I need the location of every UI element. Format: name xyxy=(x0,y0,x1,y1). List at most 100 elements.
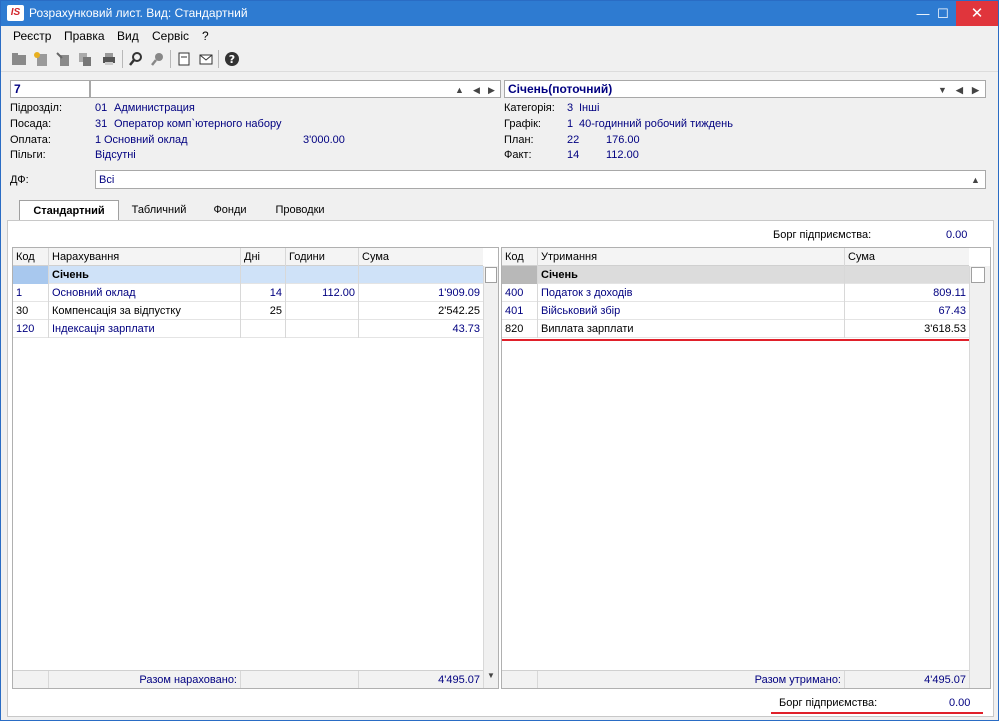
toolbar-separator xyxy=(122,50,123,68)
accruals-header: Код Нарахування Дні Години Сума xyxy=(13,248,483,266)
row-days xyxy=(241,320,286,338)
next-icon[interactable]: ▶ xyxy=(488,82,495,98)
deductions-total-label: Разом утримано: xyxy=(538,671,845,688)
scroll-thumb[interactable] xyxy=(971,267,985,283)
accruals-total-row: Разом нараховано: 4'495.07 xyxy=(13,670,483,688)
help-icon: ? xyxy=(225,52,239,66)
copy-button[interactable] xyxy=(75,49,95,69)
tab-standard[interactable]: Стандартний xyxy=(19,200,119,221)
col-accrual[interactable]: Нарахування xyxy=(49,248,241,266)
row-code: 401 xyxy=(502,302,538,320)
filter-button[interactable] xyxy=(148,49,168,69)
table-row[interactable]: 30 Компенсація за відпустку 25 2'542.25 xyxy=(13,302,483,320)
accruals-scrollbar[interactable]: ▼ xyxy=(483,266,498,688)
deductions-scrollbar[interactable] xyxy=(969,266,990,688)
prev-icon[interactable]: ◀ xyxy=(956,82,963,98)
table-row[interactable]: 400 Податок з доходів 809.11 xyxy=(502,284,969,302)
search-button[interactable] xyxy=(126,49,146,69)
mail-button[interactable] xyxy=(196,49,216,69)
new-button[interactable] xyxy=(31,49,51,69)
col-sum[interactable]: Сума xyxy=(845,248,969,266)
row-code: 1 xyxy=(13,284,49,302)
app-logo: IS xyxy=(7,5,24,21)
group-row[interactable]: Січень xyxy=(502,266,969,284)
scroll-down-icon[interactable]: ▼ xyxy=(487,671,495,680)
table-row[interactable]: 1 Основний оклад 14 112.00 1'909.09 xyxy=(13,284,483,302)
col-code[interactable]: Код xyxy=(13,248,49,266)
fact-days: 14 xyxy=(567,149,580,161)
group-marker xyxy=(13,266,49,284)
tab-funds[interactable]: Фонди xyxy=(199,200,261,221)
table-row[interactable]: 820 Виплата зарплати 3'618.53 xyxy=(502,320,969,338)
row-hours xyxy=(286,302,359,320)
row-days: 14 xyxy=(241,284,286,302)
next-icon[interactable]: ▶ xyxy=(972,82,979,98)
edit-icon xyxy=(56,52,69,66)
prev-icon[interactable]: ◀ xyxy=(473,82,480,98)
row-days: 25 xyxy=(241,302,286,320)
dropdown-up-icon[interactable]: ▲ xyxy=(455,82,464,98)
row-name: Компенсація за відпустку xyxy=(49,302,241,320)
df-field[interactable]: Всі ▲ xyxy=(95,170,986,189)
row-sum: 67.43 xyxy=(938,305,966,317)
row-code: 120 xyxy=(13,320,49,338)
total-empty xyxy=(13,671,49,688)
enterprise-debt-bottom-value: 0.00 xyxy=(949,697,971,709)
col-sum[interactable]: Сума xyxy=(359,248,483,266)
col-hours[interactable]: Години xyxy=(286,248,359,266)
period-field[interactable]: Січень(поточний) ▼ ◀ ▶ xyxy=(504,80,986,98)
toolbar: ? xyxy=(1,46,998,72)
tab-postings[interactable]: Проводки xyxy=(265,200,335,221)
help-button[interactable]: ? xyxy=(222,49,242,69)
svg-text:?: ? xyxy=(229,53,235,66)
payment-code: 1 xyxy=(95,134,102,146)
row-code: 400 xyxy=(502,284,538,302)
print-button[interactable] xyxy=(99,49,119,69)
menu-view[interactable]: Вид xyxy=(117,29,139,43)
menu-help[interactable]: ? xyxy=(202,29,209,43)
scroll-thumb[interactable] xyxy=(485,267,497,283)
print-icon xyxy=(103,53,115,65)
table-row[interactable]: 401 Військовий збір 67.43 xyxy=(502,302,969,320)
position-label: Посада: xyxy=(10,118,52,130)
plan-days: 22 xyxy=(567,134,580,146)
category-code: 3 xyxy=(567,102,574,114)
col-deduction[interactable]: Утримання xyxy=(538,248,845,266)
row-hours: 112.00 xyxy=(286,284,359,302)
col-code[interactable]: Код xyxy=(502,248,538,266)
menu-service[interactable]: Сервіс xyxy=(152,29,189,43)
row-code: 30 xyxy=(13,302,49,320)
new-document-icon xyxy=(34,52,47,66)
menu-register[interactable]: Реєстр xyxy=(13,29,51,43)
person-name-field[interactable]: ▲ ◀ ▶ xyxy=(90,80,501,98)
col-days[interactable]: Дні xyxy=(241,248,286,266)
open-button[interactable] xyxy=(9,49,29,69)
edit-button[interactable] xyxy=(53,49,73,69)
dropdown-down-icon[interactable]: ▼ xyxy=(938,82,947,98)
plan-label: План: xyxy=(504,134,534,146)
row-sum: 43.73 xyxy=(452,323,480,335)
document-button[interactable] xyxy=(174,49,194,69)
department-name: Администрация xyxy=(114,102,195,114)
title-bar: IS Розрахунковий лист. Вид: Стандартний … xyxy=(1,1,998,26)
tab-table[interactable]: Табличний xyxy=(123,200,195,221)
highlight-underline xyxy=(771,712,983,714)
mail-icon xyxy=(199,54,213,65)
deductions-header: Код Утримання Сума xyxy=(502,248,969,266)
dropdown-up-icon[interactable]: ▲ xyxy=(971,172,980,188)
close-button[interactable]: ✕ xyxy=(956,1,998,26)
group-row[interactable]: Січень xyxy=(13,266,483,284)
table-row[interactable]: 120 Індексація зарплати 43.73 xyxy=(13,320,483,338)
person-number-field[interactable]: 7 xyxy=(10,80,90,98)
schedule-code: 1 xyxy=(567,118,574,130)
period-value: Січень(поточний) xyxy=(508,82,613,96)
search-icon xyxy=(129,52,142,66)
deductions-total-value: 4'495.07 xyxy=(924,674,966,686)
accruals-total-label: Разом нараховано: xyxy=(49,671,241,688)
fact-label: Факт: xyxy=(504,149,532,161)
menu-edit[interactable]: Правка xyxy=(64,29,105,43)
row-sum: 809.11 xyxy=(933,287,966,299)
row-name: Податок з доходів xyxy=(538,284,845,302)
deductions-grid: Код Утримання Сума Січень 400 Податок з … xyxy=(501,247,991,689)
copy-icon xyxy=(79,53,91,66)
